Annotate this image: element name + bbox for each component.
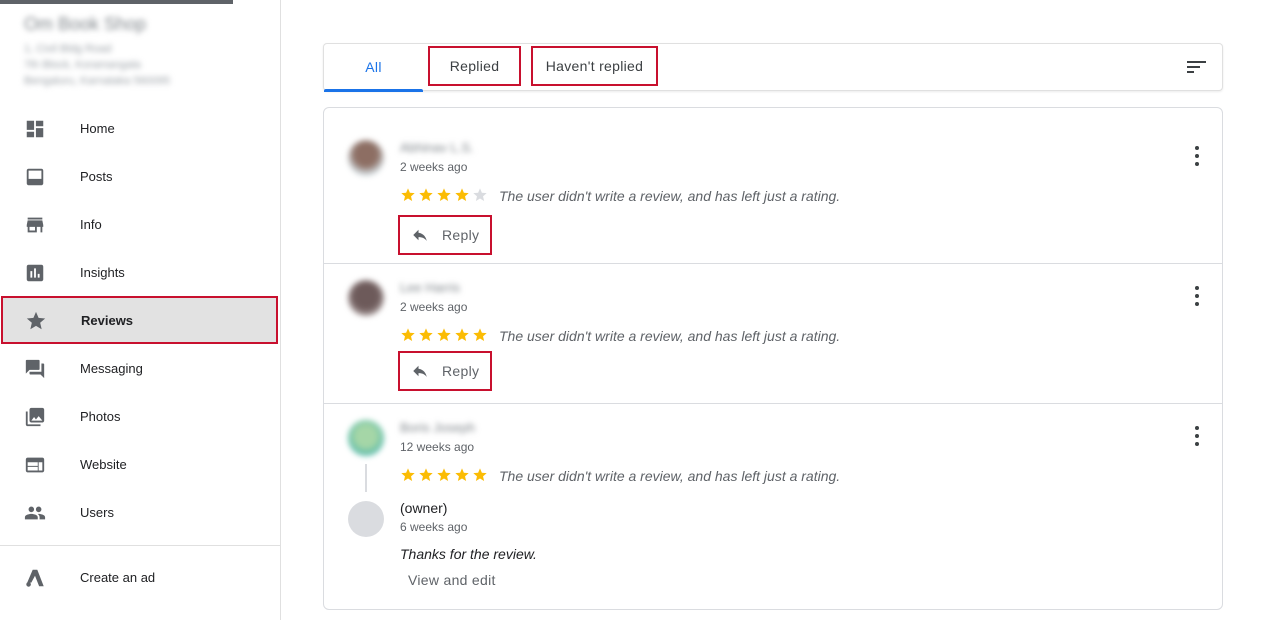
- star-icon: [455, 328, 469, 341]
- reviews-list: Abhinav L.S. 2 weeks ago The user didn't…: [323, 107, 1223, 610]
- reply-label: Reply: [442, 227, 480, 243]
- reply-thread-line: [365, 464, 367, 492]
- messaging-icon: [25, 359, 45, 379]
- star-icon: [437, 328, 451, 341]
- sidebar-item-messaging[interactable]: Messaging: [0, 344, 280, 392]
- sidebar-item-label: Users: [80, 504, 114, 520]
- reviewer-name: Abhinav L.S.: [400, 140, 474, 155]
- sidebar-item-home[interactable]: Home: [0, 104, 280, 152]
- sidebar-bottom-nav: Create an ad: [0, 553, 280, 601]
- sidebar-item-label: Messaging: [80, 360, 143, 376]
- star-empty-icon: [473, 188, 487, 201]
- tab-all[interactable]: All: [324, 44, 423, 92]
- star-icon: [401, 328, 415, 341]
- star-rating: [400, 467, 488, 483]
- sidebar: Om Book Shop 1, Civil Bldg Road 7th Bloc…: [0, 0, 281, 620]
- sidebar-item-label: Website: [80, 456, 127, 472]
- active-tab-indicator: [324, 89, 423, 92]
- dashboard-icon: [26, 120, 44, 138]
- store-icon: [26, 217, 44, 233]
- star-icon: [437, 188, 451, 201]
- tab-label: All: [365, 59, 382, 75]
- tab-havent-replied[interactable]: Haven't replied: [531, 46, 658, 86]
- more-options-icon[interactable]: [1194, 286, 1200, 306]
- star-icon: [419, 468, 433, 481]
- review-text: The user didn't write a review, and has …: [499, 188, 841, 204]
- website-icon: [25, 457, 45, 473]
- owner-name: (owner): [400, 500, 448, 516]
- sidebar-item-posts[interactable]: Posts: [0, 152, 280, 200]
- reply-label: Reply: [442, 363, 480, 379]
- reviewer-name: Lee Harris: [400, 280, 460, 295]
- review-text: The user didn't write a review, and has …: [499, 328, 841, 344]
- tab-replied[interactable]: Replied: [428, 46, 521, 86]
- owner-avatar: [348, 501, 384, 537]
- star-icon: [419, 328, 433, 341]
- reply-button[interactable]: Reply: [398, 215, 492, 255]
- star-rating: [400, 187, 488, 203]
- review-filter-tabs: All Replied Haven't replied: [323, 43, 1223, 92]
- review-card: Abhinav L.S. 2 weeks ago The user didn't…: [324, 108, 1222, 264]
- more-options-icon[interactable]: [1194, 426, 1200, 446]
- business-info: Om Book Shop 1, Civil Bldg Road 7th Bloc…: [24, 14, 224, 89]
- sidebar-divider: [0, 545, 280, 546]
- tab-label: Replied: [449, 58, 500, 74]
- sidebar-item-label: Posts: [80, 168, 113, 184]
- avatar: [348, 280, 384, 316]
- sort-icon[interactable]: [1186, 58, 1208, 76]
- review-text: The user didn't write a review, and has …: [499, 468, 841, 484]
- sidebar-nav: Home Posts Info Insights Reviews Messagi…: [0, 104, 280, 536]
- sidebar-item-label: Create an ad: [80, 569, 156, 585]
- star-icon: [473, 328, 487, 341]
- tab-label: Haven't replied: [545, 58, 644, 74]
- star-icon: [26, 311, 46, 330]
- sidebar-item-label: Photos: [80, 408, 121, 424]
- insights-icon: [26, 264, 44, 282]
- sidebar-item-users[interactable]: Users: [0, 488, 280, 536]
- sidebar-item-label: Home: [80, 120, 115, 136]
- reply-button[interactable]: Reply: [398, 351, 492, 391]
- sidebar-item-label: Insights: [80, 264, 125, 280]
- photos-icon: [25, 407, 45, 427]
- business-address-line: 1, Civil Bldg Road: [24, 43, 112, 55]
- review-card: Lee Harris 2 weeks ago The user didn't w…: [324, 264, 1222, 404]
- users-icon: [24, 506, 46, 520]
- business-address-line: 7th Block, Koramangala: [24, 59, 141, 71]
- star-icon: [455, 468, 469, 481]
- reply-icon: [413, 229, 427, 241]
- sidebar-item-label: Reviews: [81, 312, 134, 328]
- avatar: [348, 420, 384, 456]
- sidebar-item-website[interactable]: Website: [0, 440, 280, 488]
- star-icon: [401, 468, 415, 481]
- star-icon: [401, 188, 415, 201]
- reply-icon: [413, 365, 427, 377]
- reviewer-name: Boris Joseph: [400, 420, 476, 435]
- sidebar-item-info[interactable]: Info: [0, 200, 280, 248]
- sidebar-item-create-ad[interactable]: Create an ad: [0, 553, 280, 601]
- avatar: [348, 140, 384, 176]
- sidebar-item-insights[interactable]: Insights: [0, 248, 280, 296]
- star-icon: [473, 468, 487, 481]
- star-rating: [400, 327, 488, 343]
- view-and-edit-button[interactable]: View and edit: [408, 572, 496, 588]
- sidebar-item-label: Info: [80, 216, 102, 232]
- sidebar-item-photos[interactable]: Photos: [0, 392, 280, 440]
- review-time: 2 weeks ago: [400, 160, 468, 174]
- business-address-line: Bengaluru, Karnataka 560095: [24, 75, 171, 87]
- owner-reply-text: Thanks for the review.: [400, 546, 537, 562]
- star-icon: [455, 188, 469, 201]
- ads-icon: [26, 569, 44, 587]
- business-name: Om Book Shop: [24, 14, 147, 34]
- review-time: 12 weeks ago: [400, 440, 475, 454]
- posts-icon: [26, 168, 44, 186]
- star-icon: [419, 188, 433, 201]
- review-time: 2 weeks ago: [400, 300, 468, 314]
- sidebar-top-bar: [0, 0, 233, 4]
- sidebar-item-reviews[interactable]: Reviews: [1, 296, 278, 344]
- owner-reply-time: 6 weeks ago: [400, 520, 468, 534]
- more-options-icon[interactable]: [1194, 146, 1200, 166]
- star-icon: [437, 468, 451, 481]
